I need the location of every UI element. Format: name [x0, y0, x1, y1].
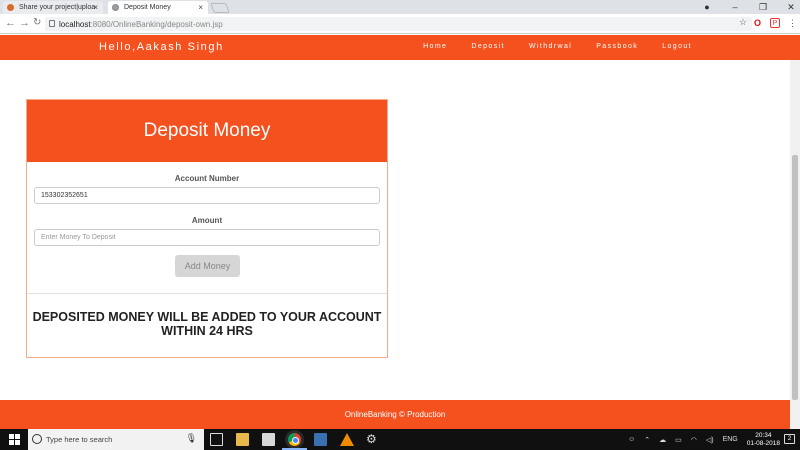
- back-icon[interactable]: ←: [5, 17, 16, 29]
- clock-time: 20:34: [755, 431, 772, 439]
- vlc-icon[interactable]: [340, 433, 354, 446]
- nav-link-logout[interactable]: Logout: [662, 43, 692, 50]
- windows-taskbar: Type here to search 🎙 ⚙ ☺ ⌃ ☁ ▭ ◠ ◁) ENG…: [0, 429, 800, 450]
- site-navbar: Hello,Aakash Singh Home Deposit Withdrwa…: [0, 35, 800, 60]
- mail-icon[interactable]: [262, 433, 275, 446]
- reload-icon[interactable]: ↻: [33, 17, 41, 28]
- bookmark-star-icon[interactable]: ☆: [739, 17, 747, 28]
- maximize-icon[interactable]: ❐: [758, 2, 768, 13]
- task-view-icon[interactable]: [210, 433, 223, 446]
- cortana-icon: [32, 434, 42, 444]
- deposit-form-card: Deposit Money Account Number Amount Add …: [26, 99, 388, 358]
- address-bar-input[interactable]: localhost:8080/OnlineBanking/deposit-own…: [45, 17, 752, 31]
- taskbar-clock[interactable]: 20:34 01-08-2018: [747, 432, 780, 448]
- url-path: :8080/OnlineBanking/deposit-own.jsp: [90, 19, 223, 29]
- people-icon[interactable]: ☺: [628, 436, 635, 443]
- page-favicon-icon: [112, 4, 119, 11]
- nav-link-deposit[interactable]: Deposit: [471, 43, 505, 50]
- wifi-icon[interactable]: ◠: [691, 436, 697, 444]
- url-host: localhost: [59, 19, 91, 29]
- footer-text: OnlineBanking © Production: [344, 410, 446, 419]
- opera-extension-icon[interactable]: O: [754, 18, 761, 28]
- account-number-label: Account Number: [174, 174, 240, 183]
- cloud-icon[interactable]: ☁: [659, 436, 666, 444]
- amount-label: Amount: [191, 216, 223, 225]
- clock-date: 01-08-2018: [746, 439, 780, 447]
- deposit-notice: DEPOSITED MONEY WILL BE ADDED TO YOUR AC…: [27, 310, 387, 338]
- browser-tab-deposit-money[interactable]: Deposit Money ×: [108, 1, 208, 14]
- search-placeholder: Type here to search: [46, 435, 113, 444]
- card-divider: [27, 293, 387, 294]
- nav-link-home[interactable]: Home: [423, 43, 447, 50]
- system-tray: ☺ ⌃ ☁ ▭ ◠ ◁) ENG 20:34 01-08-2018: [628, 429, 780, 450]
- page-info-icon[interactable]: [49, 20, 55, 27]
- window-controls: ● – ❐ ✕: [702, 0, 796, 14]
- volume-icon[interactable]: ◁): [706, 436, 714, 444]
- taskbar-search-box[interactable]: Type here to search 🎙: [28, 429, 204, 450]
- site-favicon-icon: [7, 4, 14, 11]
- card-title: Deposit Money: [27, 100, 387, 162]
- site-footer: OnlineBanking © Production: [0, 400, 790, 429]
- pocket-extension-icon[interactable]: P: [770, 18, 780, 28]
- tab-title: Share your project|uploa: [19, 4, 96, 11]
- tab-title: Deposit Money: [124, 4, 171, 11]
- new-tab-button[interactable]: [210, 3, 230, 13]
- add-money-button[interactable]: Add Money: [175, 255, 240, 277]
- file-explorer-icon[interactable]: [236, 433, 249, 446]
- browser-menu-icon[interactable]: ⋮: [788, 18, 797, 29]
- forward-icon[interactable]: →: [19, 17, 30, 29]
- microphone-icon[interactable]: 🎙: [186, 433, 197, 444]
- notification-center-icon[interactable]: 2: [784, 434, 795, 444]
- scrollbar-thumb[interactable]: [792, 155, 798, 400]
- close-tab-icon[interactable]: ×: [93, 3, 98, 12]
- browser-tab-share-project[interactable]: Share your project|uploa ×: [3, 1, 103, 14]
- chrome-icon[interactable]: [288, 433, 301, 446]
- close-window-icon[interactable]: ✕: [786, 2, 796, 13]
- browser-tabstrip: Share your project|uploa × Deposit Money…: [0, 0, 800, 14]
- page-scrollbar[interactable]: [790, 60, 800, 429]
- tray-chevron-up-icon[interactable]: ⌃: [644, 436, 650, 444]
- account-number-field[interactable]: [34, 187, 380, 204]
- app-window-icon[interactable]: [314, 433, 327, 446]
- nav-links: Home Deposit Withdrwal Passbook Logout: [399, 43, 692, 50]
- user-greeting: Hello,Aakash Singh: [99, 41, 224, 53]
- profile-icon[interactable]: ●: [702, 2, 712, 12]
- deposit-notice-line-1: DEPOSITED MONEY WILL BE ADDED TO YOUR AC…: [32, 310, 382, 324]
- network-icon[interactable]: ▭: [675, 436, 682, 444]
- deposit-notice-line-2: WITHIN 24 HRS: [161, 324, 253, 338]
- windows-start-icon[interactable]: [9, 434, 20, 445]
- amount-field[interactable]: [34, 229, 380, 246]
- browser-toolbar: ← → ↻ localhost:8080/OnlineBanking/depos…: [0, 14, 800, 34]
- nav-link-withdrawal[interactable]: Withdrwal: [529, 43, 572, 50]
- nav-link-passbook[interactable]: Passbook: [596, 43, 638, 50]
- close-tab-icon[interactable]: ×: [198, 3, 203, 12]
- settings-gear-icon[interactable]: ⚙: [366, 432, 379, 446]
- minimize-icon[interactable]: –: [730, 2, 740, 12]
- language-indicator[interactable]: ENG: [723, 436, 738, 443]
